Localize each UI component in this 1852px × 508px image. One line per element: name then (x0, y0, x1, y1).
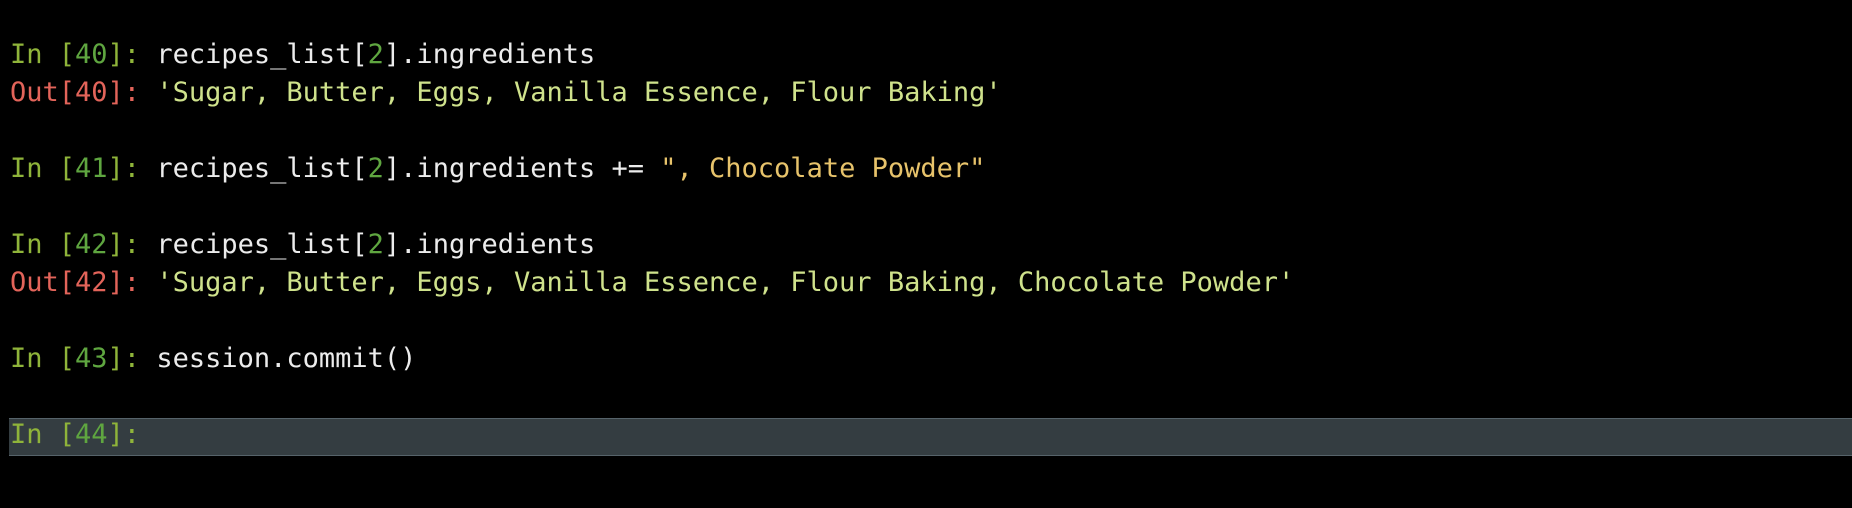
code-text: session.commit() (156, 343, 417, 374)
code-string-literal: ", Chocolate Powder" (660, 153, 986, 184)
output-cell-40: Out[40]: 'Sugar, Butter, Eggs, Vanilla E… (10, 74, 1002, 112)
output-cell-42: Out[42]: 'Sugar, Butter, Eggs, Vanilla E… (10, 264, 1294, 302)
code-text: ].ingredients += (383, 153, 661, 184)
in-prompt-label: In [ (10, 39, 76, 70)
code-text: recipes_list[ (156, 229, 368, 260)
in-prompt-number: 40 (75, 39, 108, 70)
current-line-highlight (9, 418, 1852, 456)
code-index: 2 (367, 153, 384, 184)
in-prompt-label: In [ (10, 229, 76, 260)
code-text: ].ingredients (383, 39, 596, 70)
input-cell-40: In [40]: recipes_list[2].ingredients (10, 36, 595, 74)
in-prompt-number: 43 (75, 343, 108, 374)
out-prompt-label: Out[ (10, 267, 76, 298)
in-prompt-label: In [ (10, 153, 76, 184)
output-value: 'Sugar, Butter, Eggs, Vanilla Essence, F… (156, 267, 1295, 298)
in-prompt-close: ]: (107, 229, 157, 260)
in-prompt-close: ]: (107, 343, 157, 374)
out-prompt-close: ]: (107, 267, 157, 298)
in-prompt-number: 42 (75, 229, 108, 260)
in-prompt-label: In [ (10, 343, 76, 374)
output-value: 'Sugar, Butter, Eggs, Vanilla Essence, F… (156, 77, 1002, 108)
input-cell-41: In [41]: recipes_list[2].ingredients += … (10, 150, 985, 188)
input-cell-44-active[interactable]: In [44]: (10, 416, 156, 454)
out-prompt-label: Out[ (10, 77, 76, 108)
in-prompt-close: ]: (107, 39, 157, 70)
input-cell-43: In [43]: session.commit() (10, 340, 416, 378)
code-index: 2 (367, 39, 384, 70)
out-prompt-close: ]: (107, 77, 157, 108)
in-prompt-number: 44 (75, 419, 108, 450)
code-index: 2 (367, 229, 384, 260)
code-text: recipes_list[ (156, 153, 368, 184)
in-prompt-close: ]: (107, 153, 157, 184)
code-text: ].ingredients (383, 229, 596, 260)
out-prompt-number: 40 (75, 77, 108, 108)
code-text: recipes_list[ (156, 39, 368, 70)
ipython-terminal[interactable]: In [40]: recipes_list[2].ingredients Out… (0, 0, 1852, 508)
input-cell-42: In [42]: recipes_list[2].ingredients (10, 226, 595, 264)
in-prompt-label: In [ (10, 419, 76, 450)
in-prompt-number: 41 (75, 153, 108, 184)
in-prompt-close: ]: (107, 419, 157, 450)
out-prompt-number: 42 (75, 267, 108, 298)
